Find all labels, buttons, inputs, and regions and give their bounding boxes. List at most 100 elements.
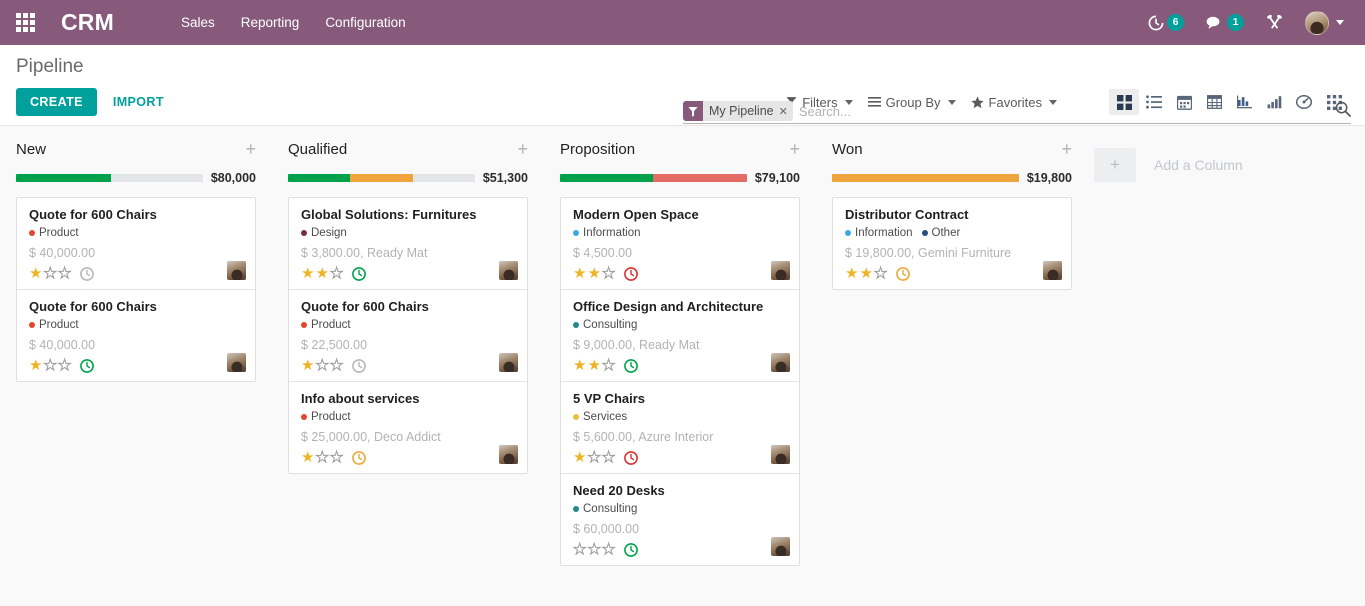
import-button[interactable]: IMPORT [107,88,170,116]
activity-clock-icon[interactable] [624,450,639,465]
card-tag[interactable]: Product [29,319,79,331]
app-brand-crm[interactable]: CRM [61,9,114,36]
priority-star[interactable]: ★ [329,358,343,374]
progress-segment[interactable] [288,174,350,182]
card-tag[interactable]: Product [301,319,351,331]
card-assignee-avatar[interactable] [771,353,790,372]
kanban-card[interactable]: Info about services Product $ 25,000.00, D… [289,382,527,473]
kanban-column-title[interactable]: Proposition [560,141,635,158]
kanban-card[interactable]: Need 20 Desks Consulting $ 60,000.00 ★ ★ ★ [561,474,799,565]
kanban-column-title[interactable]: New [16,141,46,158]
card-assignee-avatar[interactable] [771,445,790,464]
card-tag[interactable]: Consulting [573,503,637,515]
priority-star[interactable]: ★ [573,266,586,281]
activity-clock-icon[interactable] [80,266,95,281]
activity-clock-icon[interactable] [80,358,95,373]
priority-star[interactable]: ★ [57,266,71,282]
create-button[interactable]: CREATE [16,88,97,116]
card-assignee-avatar[interactable] [499,261,518,280]
priority-star[interactable]: ★ [873,266,887,282]
menu-item-sales[interactable]: Sales [168,9,228,36]
priority-star[interactable]: ★ [329,450,343,466]
card-tag[interactable]: Information [573,227,641,239]
priority-star[interactable]: ★ [573,358,586,373]
card-assignee-avatar[interactable] [1043,261,1062,280]
progress-segment[interactable] [111,174,203,182]
card-assignee-avatar[interactable] [499,445,518,464]
menu-item-reporting[interactable]: Reporting [228,9,313,36]
activity-clock-icon[interactable] [624,266,639,281]
card-tag[interactable]: Design [301,227,347,239]
progress-segment[interactable] [349,174,414,182]
priority-star[interactable]: ★ [845,266,858,281]
card-tag[interactable]: Consulting [573,319,637,331]
priority-star[interactable]: ★ [587,266,600,281]
card-tag[interactable]: Information [845,227,913,239]
card-assignee-avatar[interactable] [227,261,246,280]
priority-star[interactable]: ★ [43,266,57,282]
kanban-card[interactable]: Global Solutions: Furnitures Design $ 3,80… [289,198,527,290]
priority-star[interactable]: ★ [573,450,586,465]
priority-star[interactable]: ★ [572,542,586,558]
activity-clock-icon[interactable] [624,358,639,373]
progress-segment[interactable] [653,174,747,182]
activity-clock-icon[interactable] [896,266,911,281]
close-icon[interactable]: ✕ [779,105,788,118]
priority-star[interactable]: ★ [601,542,615,558]
priority-star[interactable]: ★ [43,358,57,374]
priority-star[interactable]: ★ [29,358,42,373]
activity-clock-icon[interactable] [624,542,639,557]
add-card-plus-icon[interactable]: + [517,140,528,158]
user-menu[interactable] [1294,0,1355,45]
priority-star[interactable]: ★ [587,542,601,558]
menu-item-configuration[interactable]: Configuration [312,9,418,36]
card-assignee-avatar[interactable] [227,353,246,372]
priority-star[interactable]: ★ [859,266,872,281]
add-card-plus-icon[interactable]: + [1061,140,1072,158]
priority-star[interactable]: ★ [587,358,600,373]
card-tag[interactable]: Services [573,411,627,423]
card-assignee-avatar[interactable] [771,537,790,556]
add-column-plus-icon[interactable]: + [1094,148,1136,182]
add-card-plus-icon[interactable]: + [789,140,800,158]
card-tag[interactable]: Other [921,227,960,239]
progress-segment[interactable] [16,174,112,182]
add-column-area[interactable]: + Add a Column [1088,138,1243,182]
add-column-label[interactable]: Add a Column [1154,157,1243,173]
activity-clock-icon[interactable] [352,266,367,281]
priority-star[interactable]: ★ [315,266,328,281]
kanban-column-title[interactable]: Won [832,141,863,158]
apps-menu-icon[interactable] [8,6,42,40]
priority-star[interactable]: ★ [601,358,615,374]
priority-star[interactable]: ★ [601,266,615,282]
kanban-card[interactable]: Distributor Contract Information Other $ 19… [833,198,1071,289]
add-card-plus-icon[interactable]: + [245,140,256,158]
progress-segment[interactable] [560,174,654,182]
activity-clock-icon[interactable] [352,450,367,465]
progress-segment[interactable] [832,174,1019,182]
priority-star[interactable]: ★ [601,450,615,466]
priority-star[interactable]: ★ [29,266,42,281]
priority-star[interactable]: ★ [301,358,314,373]
activity-clock-icon[interactable] [352,358,367,373]
progress-segment[interactable] [413,174,475,182]
priority-star[interactable]: ★ [57,358,71,374]
priority-star[interactable]: ★ [315,358,329,374]
kanban-card[interactable]: Quote for 600 Chairs Product $ 40,000.00 ★ ★… [17,290,255,381]
card-tag[interactable]: Product [29,227,79,239]
priority-star[interactable]: ★ [329,266,343,282]
search-facet-my-pipeline[interactable]: My Pipeline ✕ [683,101,793,121]
search-icon[interactable] [1335,101,1351,121]
priority-star[interactable]: ★ [301,450,314,465]
kanban-card[interactable]: Modern Open Space Information $ 4,500.00 ★ ★… [561,198,799,290]
kanban-column-title[interactable]: Qualified [288,141,347,158]
priority-star[interactable]: ★ [587,450,601,466]
kanban-card[interactable]: Quote for 600 Chairs Product $ 40,000.00 ★ ★… [17,198,255,290]
kanban-card[interactable]: 5 VP Chairs Services $ 5,600.00, Azure Int… [561,382,799,474]
activity-menu[interactable]: 6 [1137,0,1195,45]
priority-star[interactable]: ★ [301,266,314,281]
debug-tools-menu[interactable] [1255,0,1294,45]
messaging-menu[interactable]: 1 [1195,0,1255,45]
card-assignee-avatar[interactable] [499,353,518,372]
kanban-card[interactable]: Quote for 600 Chairs Product $ 22,500.00 ★ ★… [289,290,527,382]
